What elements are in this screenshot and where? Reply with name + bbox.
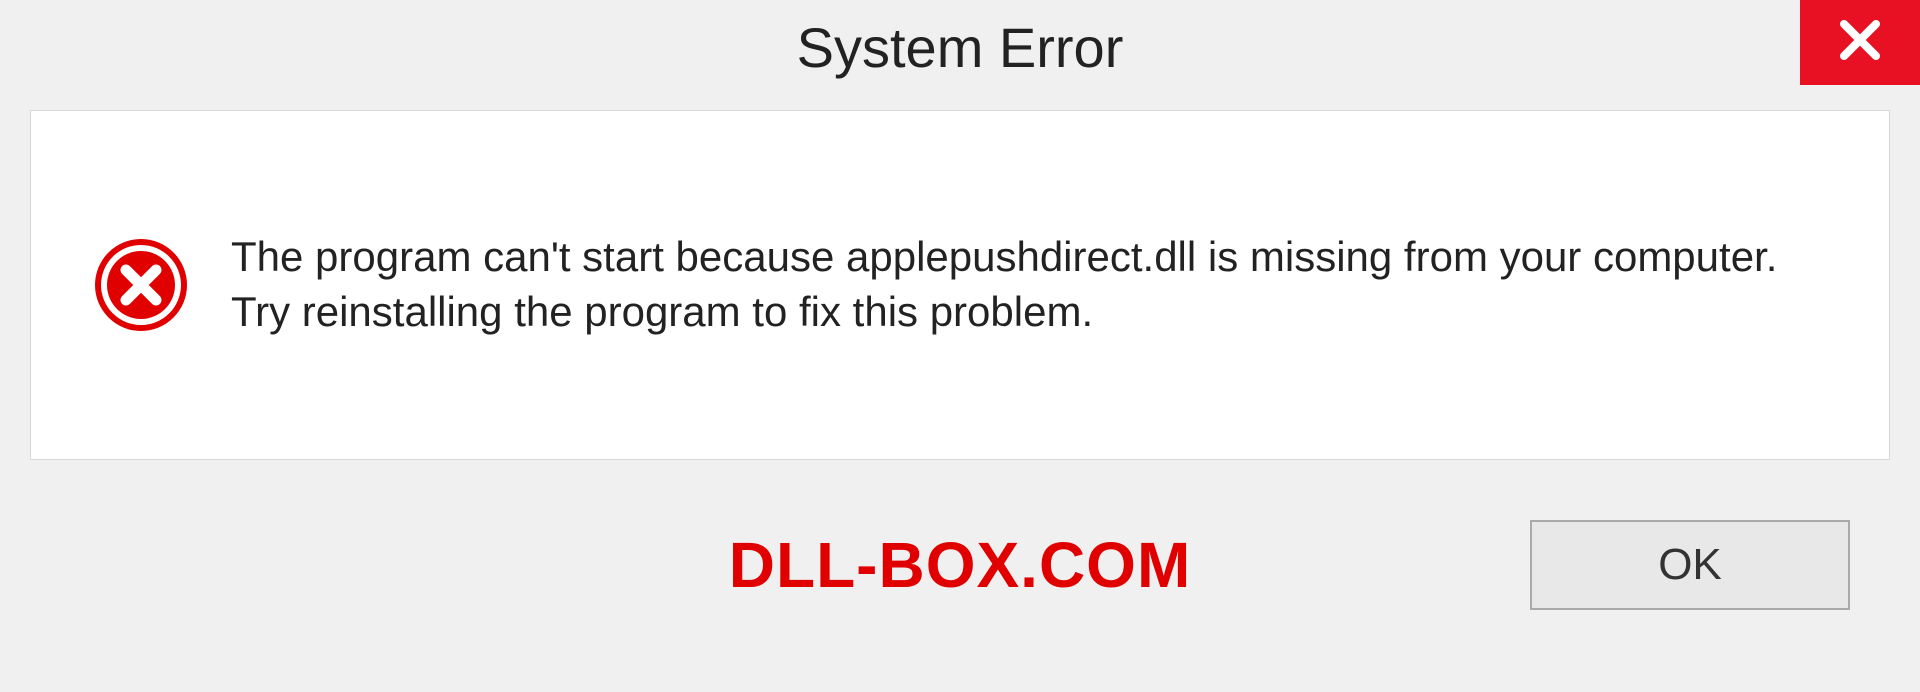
- error-message: The program can't start because applepus…: [231, 230, 1829, 339]
- error-icon: [91, 235, 191, 335]
- close-button[interactable]: [1800, 0, 1920, 85]
- title-bar: System Error: [0, 0, 1920, 110]
- close-icon: [1836, 16, 1884, 69]
- watermark-text: DLL-BOX.COM: [729, 528, 1192, 602]
- dialog-title: System Error: [797, 15, 1124, 80]
- dialog-footer: DLL-BOX.COM OK: [30, 460, 1890, 640]
- content-panel: The program can't start because applepus…: [30, 110, 1890, 460]
- ok-button[interactable]: OK: [1530, 520, 1850, 610]
